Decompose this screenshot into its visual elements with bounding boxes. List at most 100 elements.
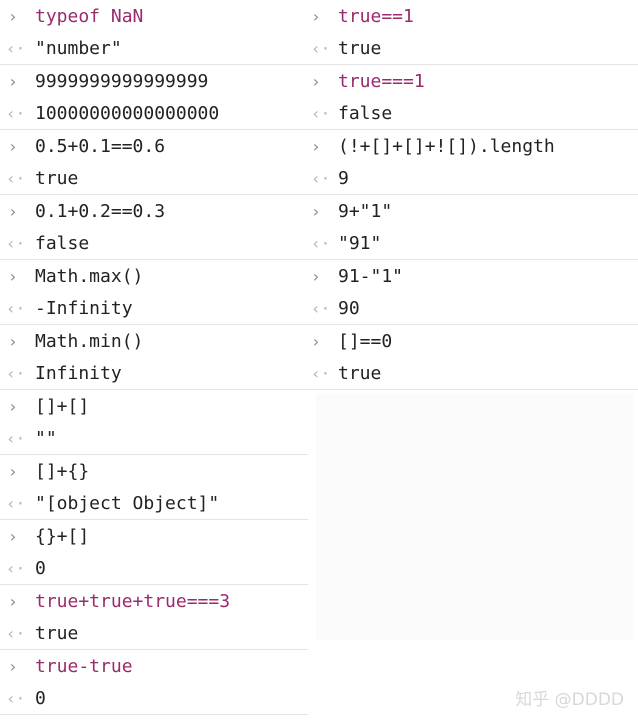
console-output-value: 0 bbox=[35, 687, 46, 709]
console-input-line[interactable]: › Math.min() bbox=[0, 325, 308, 357]
chevron-left-icon: ‹· bbox=[6, 38, 26, 58]
chevron-left-icon: ‹· bbox=[311, 363, 331, 383]
console-input-expression: (!+[]+[]+![]).length bbox=[338, 135, 555, 157]
console-input-expression: 9+"1" bbox=[338, 200, 393, 222]
console-output-value: 0 bbox=[35, 557, 46, 579]
console-entry: › typeof NaN ‹· "number" bbox=[0, 0, 308, 65]
chevron-right-icon: › bbox=[8, 201, 18, 221]
console-input-expression: {}+[] bbox=[35, 525, 90, 547]
console-entry: › true+true+true===3 ‹· true bbox=[0, 585, 308, 650]
chevron-right-icon: › bbox=[8, 461, 18, 481]
console-input-expression: true+true+true===3 bbox=[35, 590, 231, 612]
chevron-right-icon: › bbox=[311, 331, 321, 351]
console-entry: › Math.min() ‹· Infinity bbox=[0, 325, 308, 390]
console-output-line: ‹· -Infinity bbox=[0, 292, 308, 324]
console-input-expression: 9999999999999999 bbox=[35, 70, 209, 92]
console-output-value: false bbox=[338, 102, 393, 124]
console-output-line: ‹· "91" bbox=[308, 227, 638, 259]
chevron-right-icon: › bbox=[311, 266, 321, 286]
chevron-left-icon: ‹· bbox=[6, 623, 26, 643]
console-output-line: ‹· true bbox=[0, 617, 308, 649]
chevron-right-icon: › bbox=[8, 526, 18, 546]
console-input-expression: 0.1+0.2==0.3 bbox=[35, 200, 166, 222]
console-output-value: -Infinity bbox=[35, 297, 133, 319]
watermark: 知乎 @DDDD bbox=[515, 690, 624, 710]
chevron-right-icon: › bbox=[8, 6, 18, 26]
console-output-value: "number" bbox=[35, 37, 122, 59]
console-output-value: "[object Object]" bbox=[35, 492, 220, 514]
console-input-line[interactable]: › 9999999999999999 bbox=[0, 65, 308, 97]
console-input-expression: []==0 bbox=[338, 330, 393, 352]
chevron-right-icon: › bbox=[311, 71, 321, 91]
console-entry: › true-true ‹· 0 bbox=[0, 650, 308, 715]
console-input-line[interactable]: › true-true bbox=[0, 650, 308, 682]
console-input-line[interactable]: › 0.1+0.2==0.3 bbox=[0, 195, 308, 227]
console-entry: › true===1 ‹· false bbox=[308, 65, 638, 130]
chevron-left-icon: ‹· bbox=[311, 298, 331, 318]
console-output-line: ‹· true bbox=[308, 357, 638, 389]
console-output-value: 9 bbox=[338, 167, 349, 189]
chevron-right-icon: › bbox=[311, 6, 321, 26]
console-input-line[interactable]: › true+true+true===3 bbox=[0, 585, 308, 617]
chevron-right-icon: › bbox=[8, 591, 18, 611]
console-input-line[interactable]: › 9+"1" bbox=[308, 195, 638, 227]
console-input-expression: 0.5+0.1==0.6 bbox=[35, 135, 166, 157]
console-input-expression: 91-"1" bbox=[338, 265, 404, 287]
chevron-left-icon: ‹· bbox=[6, 493, 26, 513]
console-output-line: ‹· "[object Object]" bbox=[0, 487, 308, 519]
console-input-line[interactable]: › 0.5+0.1==0.6 bbox=[0, 130, 308, 162]
console-input-expression: true-true bbox=[35, 655, 133, 677]
console-output-line: ‹· 10000000000000000 bbox=[0, 97, 308, 129]
console-input-line[interactable]: › Math.max() bbox=[0, 260, 308, 292]
chevron-left-icon: ‹· bbox=[6, 428, 26, 448]
console-entry: › []==0 ‹· true bbox=[308, 325, 638, 390]
console-output-line: ‹· false bbox=[0, 227, 308, 259]
console-input-expression: []+[] bbox=[35, 395, 90, 417]
console-output-line: ‹· 9 bbox=[308, 162, 638, 194]
console-entry: › true==1 ‹· true bbox=[308, 0, 638, 65]
console-input-expression: Math.min() bbox=[35, 330, 144, 352]
chevron-right-icon: › bbox=[8, 71, 18, 91]
chevron-left-icon: ‹· bbox=[6, 688, 26, 708]
console-output-value: true bbox=[338, 362, 382, 384]
chevron-left-icon: ‹· bbox=[311, 233, 331, 253]
console-input-line[interactable]: › true==1 bbox=[308, 0, 638, 32]
chevron-left-icon: ‹· bbox=[311, 168, 331, 188]
chevron-right-icon: › bbox=[8, 656, 18, 676]
console-output-line: ‹· "number" bbox=[0, 32, 308, 64]
chevron-left-icon: ‹· bbox=[311, 38, 331, 58]
console-output-value: 90 bbox=[338, 297, 360, 319]
console-input-line[interactable]: › typeof NaN bbox=[0, 0, 308, 32]
console-output-line: ‹· Infinity bbox=[0, 357, 308, 389]
console-output-line: ‹· 90 bbox=[308, 292, 638, 324]
console-entry: › []+{} ‹· "[object Object]" bbox=[0, 455, 308, 520]
console-entry: › 0.1+0.2==0.3 ‹· false bbox=[0, 195, 308, 260]
chevron-right-icon: › bbox=[8, 136, 18, 156]
console-output-line: ‹· 0 bbox=[0, 682, 308, 714]
console-output-line: ‹· true bbox=[308, 32, 638, 64]
console-input-expression: true===1 bbox=[338, 70, 425, 92]
console-input-line[interactable]: › (!+[]+[]+![]).length bbox=[308, 130, 638, 162]
console-input-line[interactable]: › 91-"1" bbox=[308, 260, 638, 292]
console-input-expression: Math.max() bbox=[35, 265, 144, 287]
console-output-line: ‹· 0 bbox=[0, 552, 308, 584]
console-output-value: false bbox=[35, 232, 90, 254]
chevron-right-icon: › bbox=[8, 396, 18, 416]
console-column-right: › true==1 ‹· true › true===1 ‹· false › (!+[]+[]+… bbox=[308, 0, 638, 724]
chevron-left-icon: ‹· bbox=[6, 558, 26, 578]
chevron-right-icon: › bbox=[8, 266, 18, 286]
console-output-value: true bbox=[338, 37, 382, 59]
console-input-line[interactable]: › []+{} bbox=[0, 455, 308, 487]
console-input-expression: typeof NaN bbox=[35, 5, 144, 27]
console-input-line[interactable]: › []+[] bbox=[0, 390, 308, 422]
console-input-line[interactable]: › true===1 bbox=[308, 65, 638, 97]
console-entry: › (!+[]+[]+![]).length ‹· 9 bbox=[308, 130, 638, 195]
console-output-value: "91" bbox=[338, 232, 382, 254]
console-output-line: ‹· false bbox=[308, 97, 638, 129]
console-output-line: ‹· "" bbox=[0, 422, 308, 454]
console-input-line[interactable]: › []==0 bbox=[308, 325, 638, 357]
chevron-left-icon: ‹· bbox=[6, 363, 26, 383]
console-input-line[interactable]: › {}+[] bbox=[0, 520, 308, 552]
console-output-value: true bbox=[35, 167, 79, 189]
console-column-left: › typeof NaN ‹· "number" › 9999999999999999 ‹·… bbox=[0, 0, 308, 724]
